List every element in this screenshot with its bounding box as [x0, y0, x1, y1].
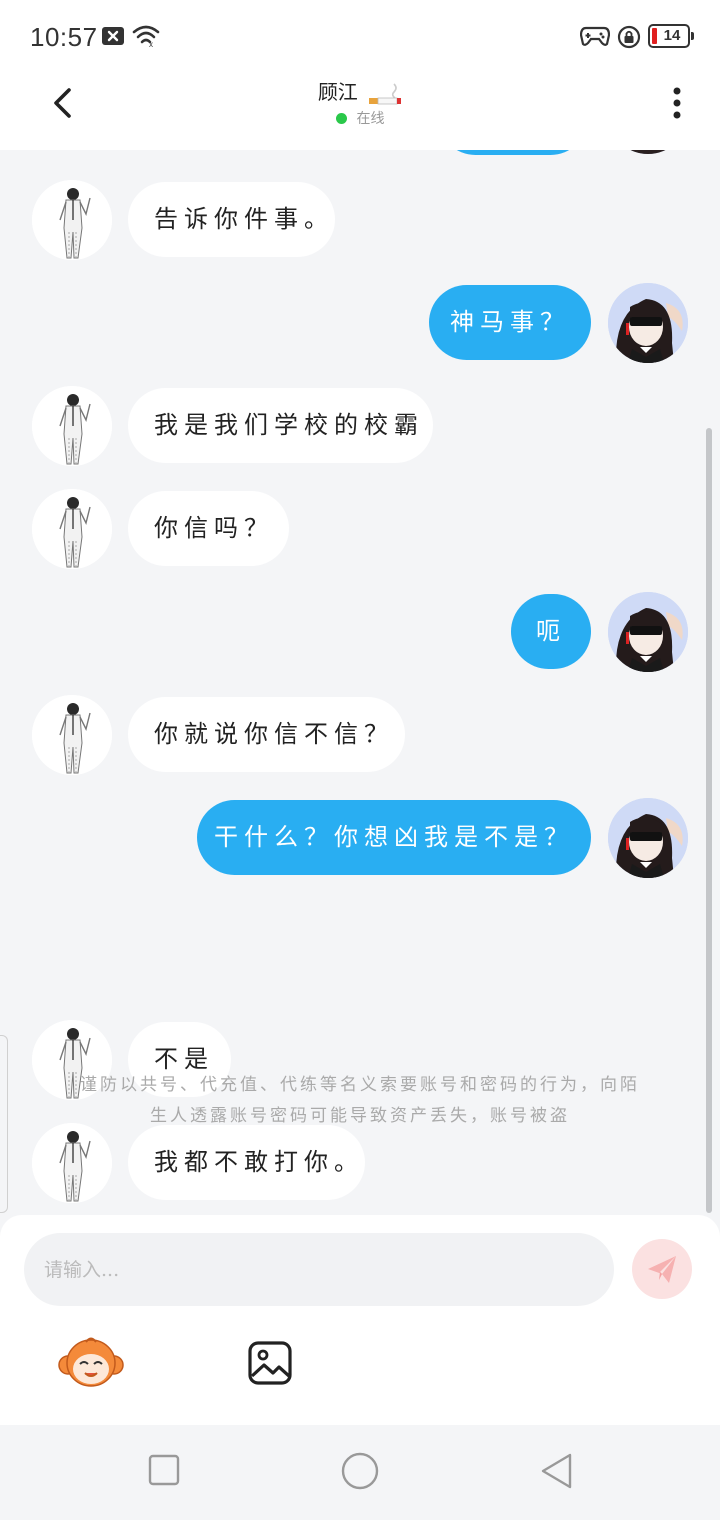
- contact-avatar[interactable]: [32, 386, 112, 466]
- user-avatar-image: [608, 150, 688, 154]
- more-options-button[interactable]: [660, 80, 694, 126]
- home-button[interactable]: [340, 1451, 380, 1491]
- message-composer: [0, 1215, 720, 1425]
- message-bubble-outgoing[interactable]: 神马事？: [429, 285, 591, 360]
- message-bubble-incoming[interactable]: 我都不敢打你。: [128, 1125, 365, 1200]
- user-avatar-image: [608, 283, 688, 363]
- contact-avatar[interactable]: [32, 180, 112, 260]
- message-bubble-incoming[interactable]: 你就说你信不信？: [128, 697, 405, 772]
- contact-avatar-image: [32, 1123, 112, 1203]
- security-notice: 谨防以共号、代充值、代练等名义索要账号和密码的行为，向陌 生人透露账号密码可能导…: [60, 1070, 660, 1132]
- battery-low-level: [652, 28, 657, 44]
- svg-text:x: x: [149, 40, 153, 48]
- user-avatar[interactable]: [608, 283, 688, 363]
- send-button[interactable]: [632, 1239, 692, 1299]
- contact-avatar-image: [32, 489, 112, 569]
- sticker-monkey-icon[interactable]: [58, 1337, 124, 1387]
- contact-avatar[interactable]: [32, 1123, 112, 1203]
- online-dot: [335, 113, 347, 124]
- battery-level: 14: [663, 27, 681, 44]
- contact-name-row: 顾江: [0, 76, 720, 106]
- contact-avatar-image: [32, 180, 112, 260]
- message-bubble-out-partial[interactable]: [438, 150, 588, 155]
- message-input[interactable]: [24, 1233, 614, 1306]
- security-notice-line-1: 谨防以共号、代充值、代练等名义索要账号和密码的行为，向陌: [80, 1075, 640, 1095]
- message-bubble-incoming[interactable]: 你信吗？: [128, 491, 289, 566]
- back-nav-button[interactable]: [538, 1452, 574, 1490]
- message-bubble-outgoing[interactable]: 干什么？你想凶我是不是？: [197, 800, 591, 875]
- recent-apps-button[interactable]: [147, 1453, 181, 1487]
- contact-avatar[interactable]: [32, 489, 112, 569]
- contact-avatar-image: [32, 695, 112, 775]
- message-bubble-outgoing[interactable]: 呃: [511, 594, 591, 669]
- wifi-icon: x: [132, 25, 160, 48]
- status-time: 10:57: [30, 22, 98, 52]
- online-status: 在线: [0, 108, 720, 128]
- edge-panel-handle[interactable]: [0, 1035, 8, 1213]
- notification-x-icon: [102, 27, 124, 45]
- contact-name: 顾江: [317, 80, 358, 104]
- security-notice-line-2: 生人透露账号密码可能导致资产丢失，账号被盗: [150, 1106, 570, 1126]
- battery-cap: [691, 32, 694, 40]
- contact-avatar[interactable]: [32, 695, 112, 775]
- message-list[interactable]: 告诉你件事。神马事？ 我是我们学校的校霸 你信吗？ 呃你就说你信不信？ 干什么？你想凶我…: [0, 150, 720, 1215]
- contact-avatar-image: [32, 386, 112, 466]
- online-status-label: 在线: [356, 111, 385, 127]
- user-avatar-image: [608, 798, 688, 878]
- avatar-partial[interactable]: [608, 150, 688, 154]
- status-bar: 10:57 x 14: [0, 0, 720, 72]
- system-nav-bar: [0, 1425, 720, 1520]
- send-icon: [648, 1256, 676, 1283]
- message-bubble-incoming[interactable]: 我是我们学校的校霸: [128, 388, 433, 463]
- user-avatar-image: [608, 592, 688, 672]
- chat-scrollbar[interactable]: [706, 428, 712, 1213]
- user-avatar[interactable]: [608, 592, 688, 672]
- rotation-lock-icon: [617, 25, 641, 49]
- chat-header: 顾江 在线: [0, 72, 720, 150]
- game-controller-icon: [580, 26, 610, 46]
- message-bubble-incoming[interactable]: 告诉你件事。: [128, 182, 335, 257]
- cigarette-icon: [369, 82, 402, 104]
- user-avatar[interactable]: [608, 798, 688, 878]
- battery-indicator: 14: [648, 24, 694, 48]
- image-picker-icon[interactable]: [247, 1340, 293, 1386]
